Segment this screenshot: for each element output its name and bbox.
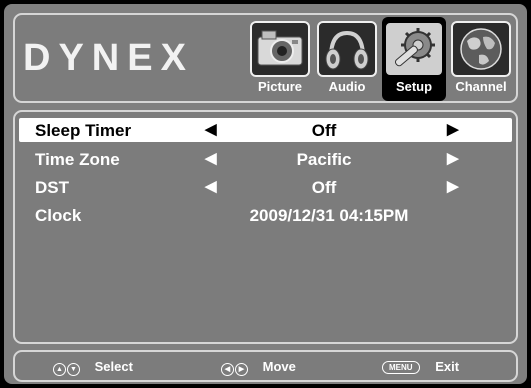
- option-label: Time Zone: [35, 150, 120, 169]
- move-hint: ◀ ▶ Move: [221, 359, 296, 376]
- left-arrow-icon[interactable]: ◀: [205, 120, 217, 138]
- up-button-icon: ▲: [53, 363, 66, 376]
- globe-icon: [451, 21, 511, 77]
- option-value: Off: [311, 178, 337, 197]
- left-arrow-icon[interactable]: ◀: [205, 149, 217, 167]
- right-arrow-icon[interactable]: ▶: [447, 149, 459, 167]
- option-dst[interactable]: DST ◀ Off ▶: [19, 175, 512, 199]
- menu-button-icon: MENU: [382, 361, 420, 374]
- select-hint-label: Select: [94, 359, 133, 374]
- right-arrow-icon[interactable]: ▶: [447, 120, 459, 138]
- select-hint: ▲ ▼ Select: [53, 359, 133, 376]
- exit-hint: MENU Exit: [382, 359, 459, 374]
- dynex-logo: DYNEX: [23, 37, 194, 79]
- left-arrow-icon[interactable]: ◀: [205, 177, 217, 195]
- tv-frame: DYNEX Picture Audio Setup Channel Sleep …: [0, 0, 531, 388]
- move-hint-label: Move: [262, 359, 296, 374]
- setup-options-list: Sleep Timer ◀ Off ▶ Time Zone ◀ Pacific …: [13, 110, 518, 344]
- exit-hint-label: Exit: [435, 359, 460, 374]
- camera-icon: [250, 21, 310, 77]
- left-button-icon: ◀: [221, 363, 234, 376]
- tools-icon: [384, 21, 444, 77]
- menu-header: DYNEX Picture Audio Setup Channel: [13, 13, 518, 103]
- option-time-zone[interactable]: Time Zone ◀ Pacific ▶: [19, 147, 512, 171]
- tab-audio-label: Audio: [328, 79, 366, 94]
- option-clock[interactable]: Clock 2009/12/31 04:15PM: [19, 203, 512, 227]
- headphones-icon: [317, 21, 377, 77]
- tab-setup[interactable]: Setup: [382, 17, 446, 101]
- option-label: Clock: [35, 206, 82, 225]
- option-value: Off: [311, 121, 337, 140]
- button-hints-bar: ▲ ▼ Select ◀ ▶ Move MENU Exit: [13, 350, 518, 382]
- tab-channel-label: Channel: [455, 79, 507, 94]
- down-button-icon: ▼: [67, 363, 80, 376]
- tab-audio[interactable]: Audio: [315, 17, 379, 99]
- right-button-icon: ▶: [235, 363, 248, 376]
- option-label: DST: [35, 178, 69, 197]
- tab-channel[interactable]: Channel: [449, 17, 513, 99]
- option-value: 2009/12/31 04:15PM: [249, 206, 409, 225]
- tab-picture[interactable]: Picture: [248, 17, 312, 99]
- tab-picture-label: Picture: [257, 79, 303, 94]
- tab-setup-label: Setup: [395, 79, 433, 94]
- option-sleep-timer[interactable]: Sleep Timer ◀ Off ▶: [19, 118, 512, 142]
- option-label: Sleep Timer: [35, 121, 132, 140]
- option-value: Pacific: [296, 150, 352, 169]
- right-arrow-icon[interactable]: ▶: [447, 177, 459, 195]
